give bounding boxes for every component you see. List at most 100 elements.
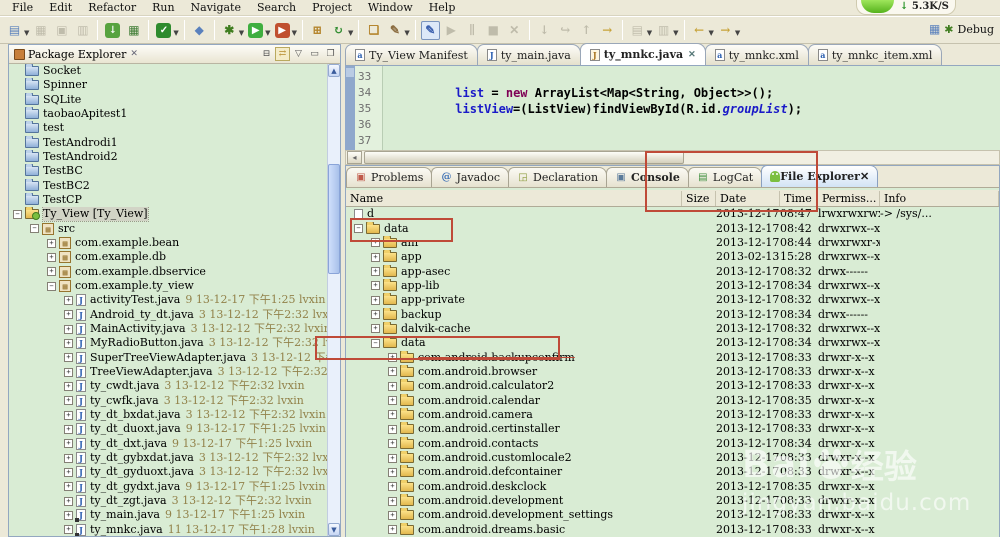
dropdown-arrow-icon[interactable]: ▼ — [348, 29, 353, 37]
dropdown-arrow-icon[interactable]: ▼ — [647, 29, 652, 37]
close-icon[interactable]: ✕ — [130, 49, 138, 59]
tree-item[interactable]: test — [9, 121, 327, 135]
dropdown-arrow-icon[interactable]: ▼ — [292, 29, 297, 37]
tree-expander-icon[interactable]: + — [64, 511, 73, 520]
tree-expander-icon[interactable]: + — [47, 253, 56, 262]
editor-tab-ty-mnkc-item-xml[interactable]: aty_mnkc_item.xml — [808, 44, 943, 65]
tree-expander-icon[interactable]: − — [47, 282, 56, 291]
tree-item[interactable]: −▦src — [9, 222, 327, 236]
file-row[interactable]: +com.android.browser2013-12-1708:33drwxr… — [346, 365, 999, 379]
tree-expander-icon[interactable]: − — [13, 210, 22, 219]
column-header-info[interactable]: Info — [880, 191, 999, 206]
close-icon[interactable]: ✕ — [860, 170, 869, 183]
tree-item[interactable]: +JTreeViewAdapter.java3 13-12-12 下午2:32 … — [9, 365, 327, 379]
back-button[interactable]: ← — [690, 21, 709, 40]
dropdown-arrow-icon[interactable]: ▼ — [735, 29, 740, 37]
file-row[interactable]: +com.android.calculator22013-12-1708:33d… — [346, 379, 999, 393]
file-row[interactable]: +com.android.development2013-12-1708:33d… — [346, 494, 999, 508]
tree-expander-icon[interactable]: + — [64, 382, 73, 391]
tree-expander-icon[interactable]: + — [388, 425, 397, 434]
file-row[interactable]: +app-lib2013-12-1708:34drwxrwx--x — [346, 279, 999, 293]
file-row[interactable]: +com.android.certinstaller2013-12-1708:3… — [346, 422, 999, 436]
tree-expander-icon[interactable]: + — [64, 468, 73, 477]
dropdown-arrow-icon[interactable]: ▼ — [709, 29, 714, 37]
column-header-permiss[interactable]: Permiss... — [818, 191, 880, 206]
tree-item[interactable]: +Jty_dt_gybxdat.java3 13-12-12 下午2:32 lv… — [9, 451, 327, 465]
console-tab-declaration[interactable]: ◲Declaration — [508, 167, 607, 187]
view-menu-icon[interactable]: ▽ — [291, 47, 306, 61]
scrollbar-thumb[interactable] — [328, 164, 340, 274]
run-to-line-button[interactable]: → — [598, 21, 617, 40]
tree-expander-icon[interactable]: + — [388, 468, 397, 477]
tree-expander-icon[interactable]: + — [371, 281, 380, 290]
tree-item[interactable]: +Jty_dt_dxt.java9 13-12-17 下午1:25 lvxin — [9, 437, 327, 451]
tree-expander-icon[interactable]: + — [388, 454, 397, 463]
dropdown-arrow-icon[interactable]: ▼ — [265, 29, 270, 37]
link-with-editor-icon[interactable]: ⇄ — [275, 47, 290, 61]
file-row[interactable]: +dalvik-cache2013-12-1708:32drwxrwx--x — [346, 322, 999, 336]
tree-expander-icon[interactable]: + — [64, 353, 73, 362]
editor-code-area[interactable]: list = new ArrayList<Map<String, Object>… — [383, 66, 1000, 150]
tree-item[interactable]: +JactivityTest.java9 13-12-17 下午1:25 lvx… — [9, 293, 327, 307]
minimize-icon[interactable]: ▭ — [307, 47, 322, 61]
tree-expander-icon[interactable]: + — [388, 482, 397, 491]
file-row[interactable]: +com.android.contacts2013-12-1708:34drwx… — [346, 437, 999, 451]
tree-expander-icon[interactable]: + — [388, 497, 397, 506]
editor-tab-ty-mnkc-xml[interactable]: aty_mnkc.xml — [705, 44, 809, 65]
tree-item[interactable]: +JAndroid_ty_dt.java3 13-12-12 下午2:32 lv… — [9, 308, 327, 322]
dropdown-arrow-icon[interactable]: ▼ — [404, 29, 409, 37]
tree-item[interactable]: TestBC — [9, 164, 327, 178]
tree-item[interactable]: +Jty_cwdt.java3 13-12-12 下午2:32 lvxin — [9, 379, 327, 393]
tree-expander-icon[interactable]: − — [30, 224, 39, 233]
tree-item[interactable]: +Jty_dt_gydxt.java9 13-12-17 下午1:25 lvxi… — [9, 480, 327, 494]
scrollbar-thumb[interactable] — [364, 151, 684, 164]
tree-expander-icon[interactable]: + — [388, 525, 397, 534]
menu-file[interactable]: File — [4, 1, 41, 14]
file-row[interactable]: +com.android.customlocale22013-12-1708:3… — [346, 451, 999, 465]
tree-expander-icon[interactable]: + — [47, 239, 56, 248]
tree-item[interactable]: +Jty_dt_bxdat.java3 13-12-12 下午2:32 lvxi… — [9, 408, 327, 422]
debug-button[interactable]: ✱ — [220, 21, 239, 40]
tree-expander-icon[interactable]: + — [64, 525, 73, 534]
tree-expander-icon[interactable]: + — [64, 310, 73, 319]
tree-item[interactable]: +▦com.example.bean — [9, 236, 327, 250]
file-row[interactable]: +app-private2013-12-1708:32drwxrwx--x — [346, 293, 999, 307]
file-row[interactable]: +app-asec2013-12-1708:32drwx------ — [346, 264, 999, 278]
tree-expander-icon[interactable]: + — [64, 411, 73, 420]
tree-expander-icon[interactable]: + — [64, 325, 73, 334]
tree-item[interactable]: +JSuperTreeViewAdapter.java3 13-12-12 下午… — [9, 351, 327, 365]
tree-item[interactable]: TestAndrodi1 — [9, 136, 327, 150]
maximize-icon[interactable]: ❐ — [323, 47, 338, 61]
file-row[interactable]: +com.android.deskclock2013-12-1708:35drw… — [346, 480, 999, 494]
column-header-name[interactable]: Name — [346, 191, 682, 206]
menu-help[interactable]: Help — [421, 1, 464, 14]
scroll-down-icon[interactable]: ▼ — [328, 523, 340, 536]
search-button[interactable]: ✎ — [385, 21, 404, 40]
file-row[interactable]: +com.android.calendar2013-12-1708:35drwx… — [346, 393, 999, 407]
console-tab-problems[interactable]: ▣Problems — [346, 167, 432, 187]
editor-tab-ty-mnkc-java[interactable]: Jty_mnkc.java✕ — [580, 43, 706, 65]
file-row[interactable]: +com.android.camera2013-12-1708:33drwxr-… — [346, 408, 999, 422]
android-virtual-device-button[interactable]: ▦ — [124, 21, 143, 40]
tree-expander-icon[interactable]: + — [64, 396, 73, 405]
new-java-element-button[interactable]: ◆ — [190, 21, 209, 40]
new-wizard-button[interactable]: ▤ — [5, 21, 24, 40]
menu-run[interactable]: Run — [144, 1, 182, 14]
debug-perspective-button[interactable]: Debug — [958, 23, 995, 36]
menu-edit[interactable]: Edit — [41, 1, 80, 14]
console-tab-javadoc[interactable]: @Javadoc — [431, 167, 509, 187]
tree-item[interactable]: −Ty_View [Ty_View] — [9, 207, 327, 221]
dropdown-arrow-icon[interactable]: ▼ — [24, 29, 29, 37]
package-explorer-scrollbar[interactable]: ▲ ▼ — [327, 64, 340, 536]
tree-item[interactable]: TestBC2 — [9, 179, 327, 193]
tree-item[interactable]: −▦com.example.ty_view — [9, 279, 327, 293]
mark-tool-button[interactable]: ✎ — [421, 21, 440, 40]
tree-expander-icon[interactable]: + — [64, 482, 73, 491]
tree-expander-icon[interactable]: + — [64, 439, 73, 448]
android-sdk-manager-button[interactable]: ↓ — [103, 21, 122, 40]
tree-item[interactable]: +Jty_mnkc.java11 13-12-17 下午1:28 lvxin — [9, 523, 327, 537]
tree-expander-icon[interactable]: + — [64, 339, 73, 348]
tree-item[interactable]: +Jty_cwfk.java3 13-12-12 下午2:32 lvxin — [9, 394, 327, 408]
tree-item[interactable]: +Jty_dt_zgt.java3 13-12-12 下午2:32 lvxin — [9, 494, 327, 508]
run-button[interactable]: ▶ — [246, 21, 265, 40]
